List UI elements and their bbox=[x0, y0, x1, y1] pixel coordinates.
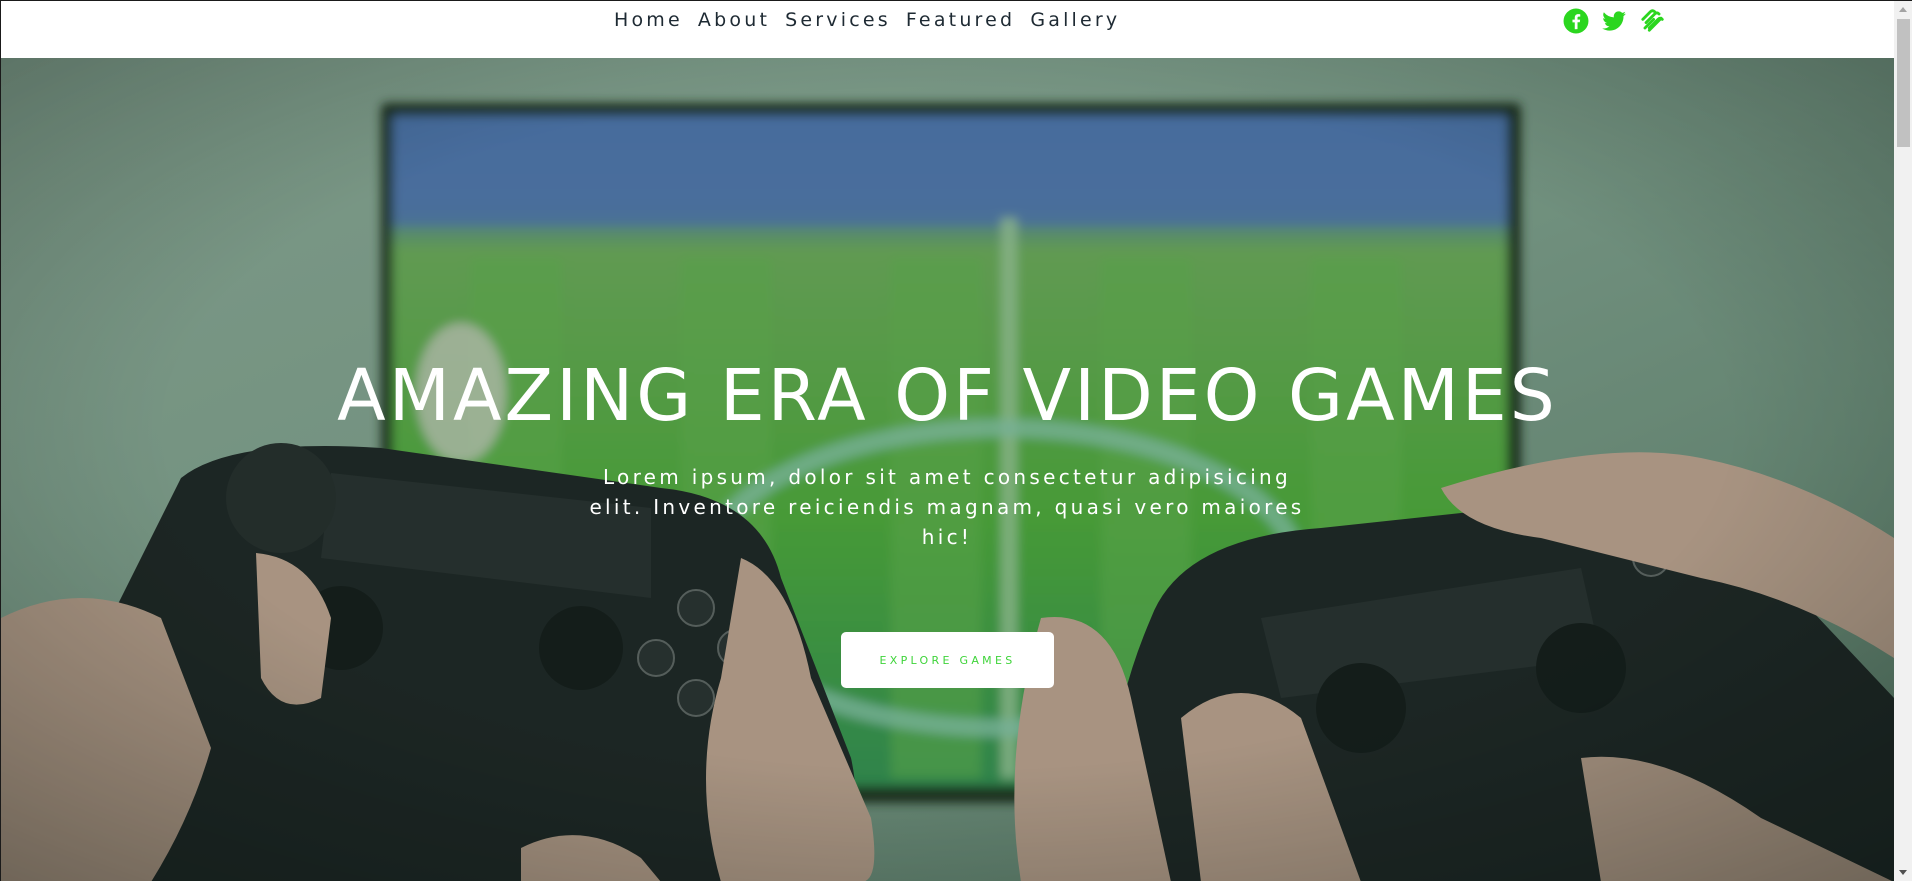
scrollbar-thumb[interactable] bbox=[1897, 19, 1910, 147]
social-links bbox=[1563, 8, 1665, 34]
nav-link-gallery[interactable]: Gallery bbox=[1030, 9, 1120, 31]
hero-subtitle: Lorem ipsum, dolor sit amet consectetur … bbox=[589, 465, 1305, 549]
main-nav: Home About Services Featured Gallery bbox=[614, 9, 1135, 31]
scroll-up-arrow-icon[interactable] bbox=[1899, 7, 1907, 12]
scroll-down-arrow-icon[interactable] bbox=[1899, 870, 1907, 875]
site-header: Home About Services Featured Gallery bbox=[1, 1, 1894, 58]
nav-link-home[interactable]: Home bbox=[614, 9, 683, 31]
explore-games-button[interactable]: EXPLORE GAMES bbox=[841, 632, 1054, 688]
squarespace-icon[interactable] bbox=[1639, 8, 1665, 34]
hero-title: AMAZING ERA OF VIDEO GAMES bbox=[337, 354, 1558, 437]
nav-link-services[interactable]: Services bbox=[785, 9, 891, 31]
page-scrollbar[interactable] bbox=[1894, 1, 1912, 881]
nav-link-about[interactable]: About bbox=[698, 9, 770, 31]
nav-link-featured[interactable]: Featured bbox=[906, 9, 1015, 31]
facebook-icon[interactable] bbox=[1563, 8, 1589, 34]
page: Home About Services Featured Gallery AMA… bbox=[0, 0, 1912, 881]
twitter-icon[interactable] bbox=[1601, 8, 1627, 34]
hero-section: AMAZING ERA OF VIDEO GAMES Lorem ipsum, … bbox=[1, 58, 1894, 881]
